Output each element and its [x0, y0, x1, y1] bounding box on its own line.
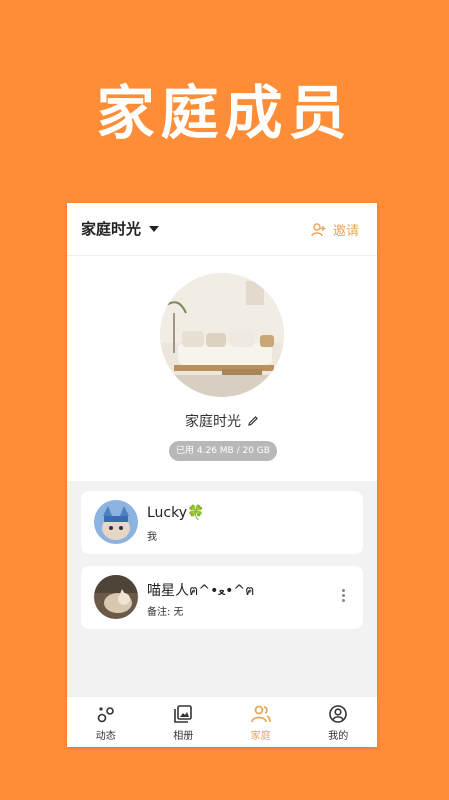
tab-label: 家庭: [250, 731, 271, 742]
tab-family[interactable]: 家庭: [222, 697, 300, 747]
profile-icon: [329, 705, 348, 723]
member-subtitle: 我: [147, 532, 157, 543]
member-name: 喵星人ฅ^•ﻌ•^ฅ: [147, 583, 255, 599]
family-switcher[interactable]: 家庭时光: [81, 218, 160, 239]
invite-button[interactable]: 邀请: [311, 220, 359, 239]
tab-label: 我的: [328, 731, 349, 742]
member-avatar: [94, 575, 138, 619]
member-card[interactable]: 喵星人ฅ^•ﻌ•^ฅ 备注: 无: [81, 566, 363, 629]
invite-label: 邀请: [332, 224, 359, 239]
living-room-image: [160, 273, 284, 397]
album-icon: [174, 705, 193, 723]
more-options-icon[interactable]: [342, 588, 345, 603]
family-avatar[interactable]: [160, 273, 284, 397]
app-screen: 家庭时光 邀请 家庭时光 已用 4.26 MB / 20 GB Lucky🍀 我…: [67, 203, 377, 747]
add-person-icon: [311, 222, 326, 236]
activity-icon: [97, 707, 114, 723]
member-avatar: [94, 500, 138, 544]
tab-me[interactable]: 我的: [300, 697, 378, 747]
family-profile: 家庭时光 已用 4.26 MB / 20 GB: [67, 256, 377, 481]
family-profile-name: 家庭时光: [185, 414, 241, 430]
member-subtitle: 备注: 无: [147, 607, 184, 618]
tab-activity[interactable]: 动态: [67, 697, 145, 747]
bottom-tab-bar: 动态 相册 家庭 我的: [67, 696, 377, 747]
tab-label: 动态: [95, 731, 116, 742]
family-icon: [250, 705, 271, 723]
edit-icon[interactable]: [247, 415, 259, 427]
family-name: 家庭时光: [81, 220, 142, 238]
tab-album[interactable]: 相册: [145, 697, 223, 747]
hero-title: 家庭成员: [96, 79, 353, 147]
tab-label: 相册: [173, 731, 194, 742]
storage-usage-badge: 已用 4.26 MB / 20 GB: [169, 441, 277, 461]
member-card[interactable]: Lucky🍀 我: [81, 491, 363, 554]
caret-down-icon: [149, 225, 160, 232]
top-bar: 家庭时光 邀请: [67, 203, 377, 256]
member-name: Lucky🍀: [147, 505, 205, 521]
